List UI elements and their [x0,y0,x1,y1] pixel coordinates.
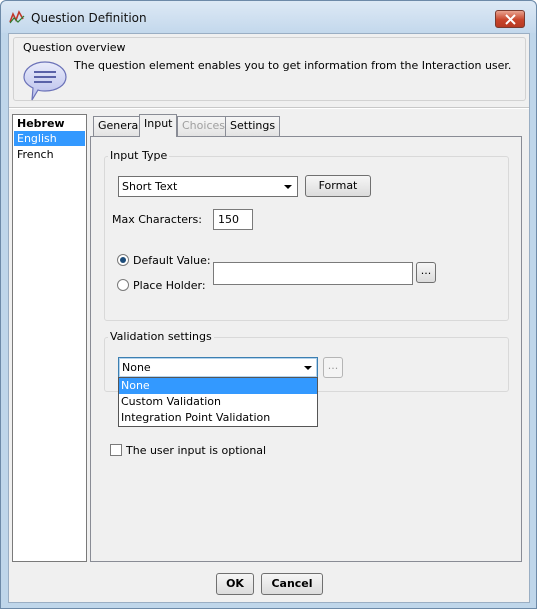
validation-value: None [122,361,151,374]
question-overview-panel: Question overview The question element e… [13,37,526,101]
speech-bubble-icon [23,61,67,101]
section-divider [9,107,529,109]
question-definition-window: Question Definition Question overview Th… [0,0,537,609]
language-item-french[interactable]: French [14,147,85,162]
validation-select[interactable]: None [118,357,318,378]
overview-title: Question overview [23,41,126,54]
validation-option-none[interactable]: None [119,378,317,394]
input-type-group-label: Input Type [108,149,170,162]
optional-input-checkbox[interactable] [110,444,122,456]
close-button[interactable] [495,10,525,28]
title-bar[interactable]: Question Definition [1,1,536,33]
overview-description: The question element enables you to get … [74,59,512,72]
cancel-button[interactable]: Cancel [261,573,323,595]
format-button[interactable]: Format [305,175,371,197]
validation-option-integration-point[interactable]: Integration Point Validation [119,410,317,426]
input-type-value: Short Text [122,180,178,193]
place-holder-radio[interactable] [117,279,129,291]
optional-input-label: The user input is optional [126,444,267,457]
default-value-browse-button[interactable]: ... [416,262,436,283]
ok-button[interactable]: OK [216,573,254,595]
default-value-label: Default Value: [133,254,211,267]
max-characters-field[interactable]: 150 [213,209,253,230]
place-holder-label: Place Holder: [133,279,206,292]
language-list[interactable]: Hebrew English French [12,114,87,562]
validation-browse-button: ... [323,357,343,378]
validation-option-custom[interactable]: Custom Validation [119,394,317,410]
validation-settings-group-label: Validation settings [108,330,214,343]
validation-dropdown-list[interactable]: None Custom Validation Integration Point… [118,377,318,427]
window-title: Question Definition [31,11,147,25]
language-item-english[interactable]: English [14,131,85,146]
app-icon [9,10,25,24]
tab-choices: Choices [177,116,230,136]
tab-settings[interactable]: Settings [225,116,281,136]
chevron-down-icon [284,185,292,189]
close-icon [505,14,516,25]
default-value-radio[interactable] [117,254,129,266]
default-value-field[interactable] [213,262,413,285]
chevron-down-icon [304,366,312,370]
language-item-hebrew[interactable]: Hebrew [14,116,85,131]
max-characters-value: 150 [218,213,239,226]
max-characters-label: Max Characters: [112,213,202,226]
tab-input[interactable]: Input [139,114,178,137]
input-type-select[interactable]: Short Text [118,176,298,197]
